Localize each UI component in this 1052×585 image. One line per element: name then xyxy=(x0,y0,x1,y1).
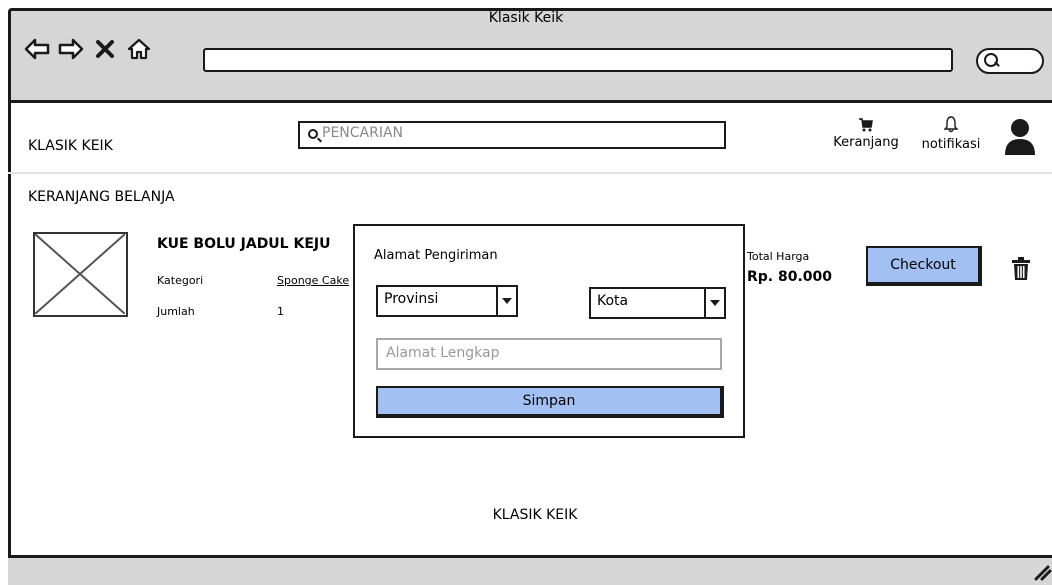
browser-search-button[interactable] xyxy=(976,48,1044,74)
address-modal: Alamat Pengiriman Provinsi Kota Alamat L… xyxy=(353,224,745,438)
forward-arrow-icon[interactable] xyxy=(58,36,84,62)
quantity-value: 1 xyxy=(277,305,284,318)
resize-grip-icon[interactable] xyxy=(1032,561,1052,585)
city-select-value: Kota xyxy=(597,293,629,309)
trash-icon[interactable] xyxy=(1011,257,1031,285)
checkout-button[interactable]: Checkout xyxy=(866,246,982,286)
search-placeholder: PENCARIAN xyxy=(322,125,404,141)
save-button[interactable]: Simpan xyxy=(376,386,724,418)
quantity-label: Jumlah xyxy=(157,305,195,318)
footer-brand: KLASIK KEIK xyxy=(492,507,578,523)
notification-link[interactable]: notifikasi xyxy=(912,116,990,152)
user-icon[interactable] xyxy=(1003,117,1037,161)
city-select[interactable]: Kota xyxy=(589,287,726,319)
address-bar[interactable] xyxy=(203,48,953,72)
chevron-down-icon xyxy=(496,287,516,315)
cart-link[interactable]: Keranjang xyxy=(824,118,908,150)
province-select[interactable]: Provinsi xyxy=(376,285,518,317)
browser-statusbar xyxy=(8,555,1052,585)
home-icon[interactable] xyxy=(126,36,152,62)
province-select-value: Provinsi xyxy=(384,291,439,307)
close-icon[interactable] xyxy=(92,36,118,62)
chevron-down-icon xyxy=(704,289,724,317)
site-brand[interactable]: KLASIK KEIK xyxy=(28,138,113,154)
cart-icon xyxy=(859,118,873,132)
search-icon xyxy=(308,129,318,139)
back-arrow-icon[interactable] xyxy=(24,36,50,62)
category-link[interactable]: Sponge Cake xyxy=(277,274,349,287)
total-label: Total Harga xyxy=(747,250,810,263)
notification-label: notifikasi xyxy=(921,137,981,152)
top-band xyxy=(0,0,1052,8)
header-divider xyxy=(8,172,1052,174)
address-input[interactable]: Alamat Lengkap xyxy=(376,338,722,370)
product-image xyxy=(33,232,128,317)
category-label: Kategori xyxy=(157,274,204,287)
cart-label: Keranjang xyxy=(833,135,899,150)
window-title: Klasik Keik xyxy=(488,10,564,26)
modal-title: Alamat Pengiriman xyxy=(374,248,498,263)
total-value: Rp. 80.000 xyxy=(747,269,833,285)
search-icon xyxy=(984,53,998,67)
browser-nav xyxy=(24,36,152,62)
section-title: KERANJANG BELANJA xyxy=(28,189,175,205)
product-name[interactable]: KUE BOLU JADUL KEJU xyxy=(157,236,330,252)
bell-icon xyxy=(944,116,958,133)
search-input[interactable]: PENCARIAN xyxy=(298,121,726,149)
